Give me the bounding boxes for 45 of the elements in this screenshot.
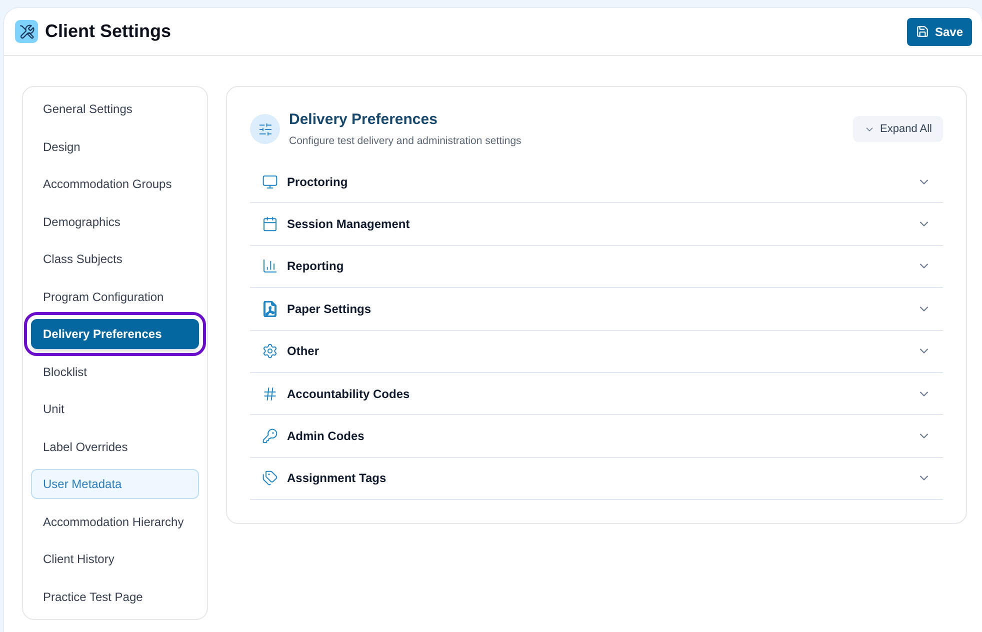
accordion-title: Proctoring [287,174,348,191]
accordion-title: Other [287,343,320,360]
sidebar-item[interactable]: User Metadata [31,469,199,499]
tags-icon [262,470,278,486]
bar-chart-icon [262,258,278,274]
sliders-icon [250,114,280,144]
tools-icon [15,20,38,43]
accordion-title: Assignment Tags [287,470,386,488]
save-button[interactable]: Save [906,18,972,46]
key-icon [262,428,278,444]
sidebar-item[interactable]: Accommodation Hierarchy [31,506,199,536]
accordion-title: Reporting [287,258,344,276]
settings-icon [262,343,278,360]
sidebar-item[interactable]: Demographics [31,206,199,236]
accordion-header[interactable]: Admin Codes [250,415,943,458]
accordion-title: Session Management [287,216,410,234]
accordion-header[interactable]: Session Management [250,203,943,246]
pdf-file-icon [262,300,278,317]
sidebar-item[interactable]: Class Subjects [31,244,199,274]
sidebar-item[interactable]: Label Overrides [31,432,199,462]
sidebar-item[interactable]: Design [31,132,199,162]
calendar-icon [262,216,278,232]
page-title: Client Settings [45,20,172,43]
sidebar-item[interactable]: Practice Test Page [31,582,199,612]
sidebar-item[interactable]: Client History [31,544,199,574]
accordion-title: Admin Codes [287,428,364,446]
sidebar-item[interactable]: Accommodation Groups [31,169,199,199]
sidebar-item[interactable]: Unit [31,394,199,424]
accordion-title: Accountability Codes [287,386,410,403]
save-icon [916,25,929,38]
sidebar-item[interactable]: General Settings [31,94,199,124]
accordion-header[interactable]: Reporting [250,246,943,288]
accordion-title: Paper Settings [287,300,372,318]
sidebar-item[interactable]: Blocklist [31,356,199,386]
accordion-header[interactable]: Accountability Codes [250,372,943,416]
expand-all-button[interactable]: Expand All [853,116,943,142]
hash-icon [262,386,278,402]
accordion-header[interactable]: Proctoring [250,161,943,204]
accordion-header[interactable]: Paper Settings [250,288,943,331]
sidebar-item[interactable]: Program Configuration [31,282,199,312]
monitor-icon [262,174,278,190]
section-title: Delivery Preferences [289,110,438,130]
section-subtitle: Configure test delivery and administration settings [289,134,522,149]
accordion-header[interactable]: Assignment Tags [250,458,943,500]
accordion-header[interactable]: Other [250,330,943,373]
